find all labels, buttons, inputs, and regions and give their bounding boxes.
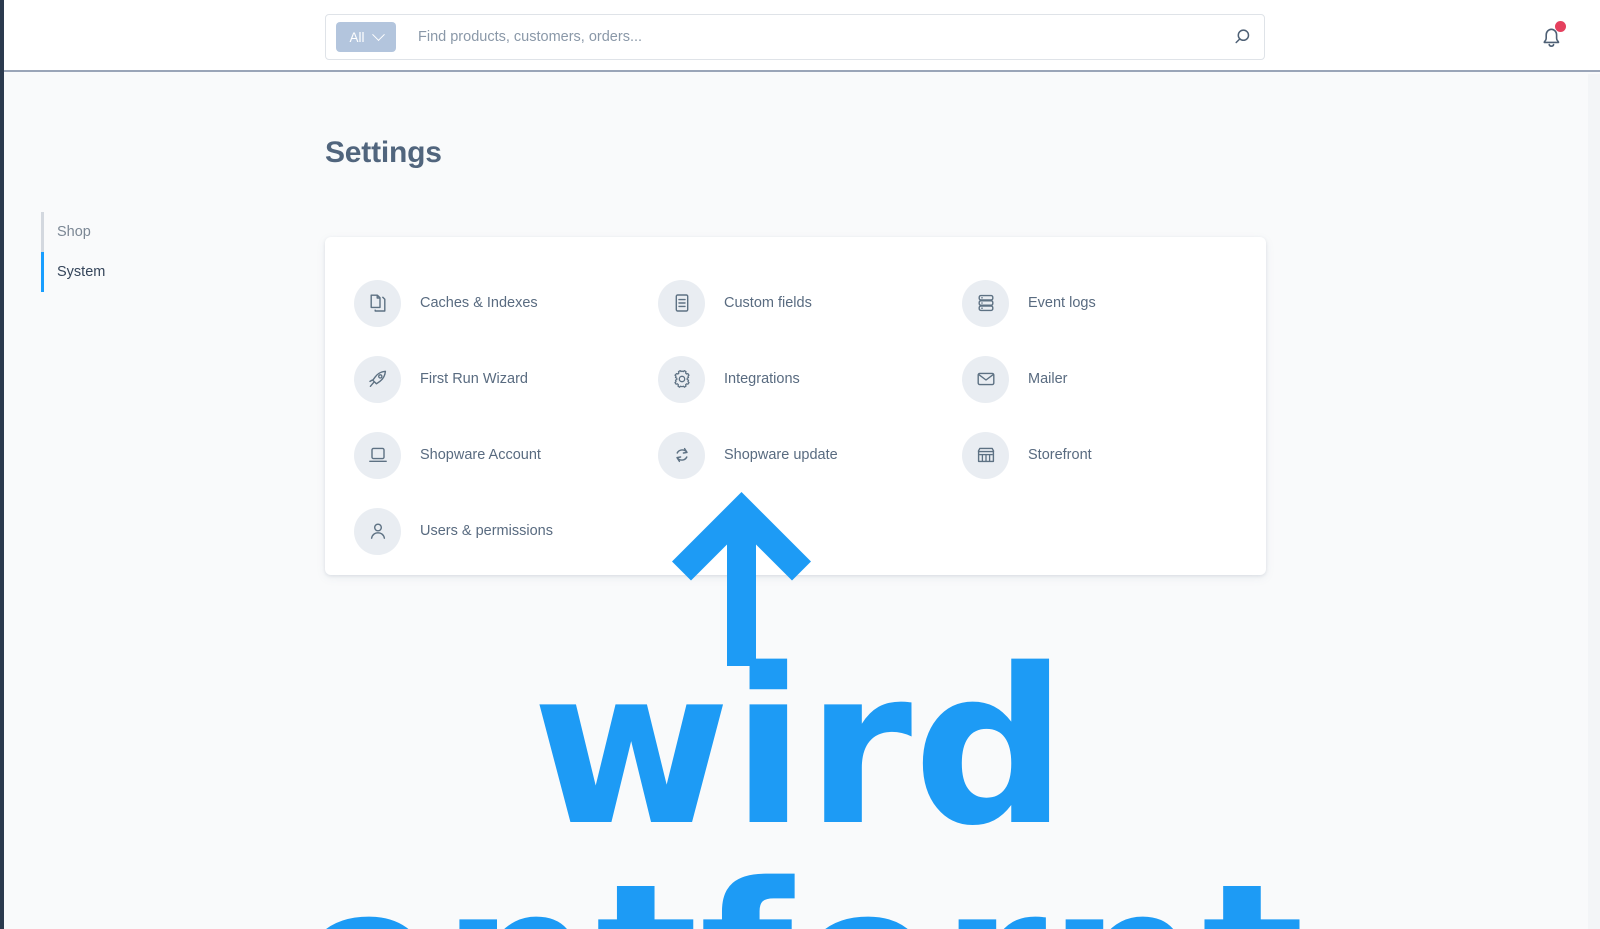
app-header: All	[0, 0, 1600, 72]
settings-tile-event-logs[interactable]: Event logs	[962, 265, 1266, 341]
settings-card: Caches & Indexes Custom fields Event log…	[325, 237, 1266, 575]
settings-tile-label: Event logs	[1028, 295, 1096, 311]
page-scrollbar-track[interactable]	[1588, 74, 1600, 929]
sidebar-item-label: Shop	[57, 224, 91, 240]
settings-tile-custom-fields[interactable]: Custom fields	[658, 265, 962, 341]
page-title: Settings	[325, 136, 442, 169]
refresh-sync-icon	[658, 431, 705, 479]
sidebar-item-label: System	[57, 264, 106, 280]
settings-tile-shopware-update[interactable]: Shopware update	[658, 417, 962, 493]
search-scope-label: All	[349, 29, 365, 45]
sidebar-item-system[interactable]: System	[41, 252, 271, 292]
settings-tile-mailer[interactable]: Mailer	[962, 341, 1266, 417]
database-icon	[962, 279, 1009, 327]
storefront-icon	[962, 431, 1009, 479]
settings-tile-label: Shopware Account	[420, 447, 541, 463]
settings-tile-label: Integrations	[724, 371, 800, 387]
sidebar-item-shop[interactable]: Shop	[41, 212, 271, 252]
settings-tile-label: Custom fields	[724, 295, 812, 311]
search-scope-dropdown[interactable]: All	[336, 22, 396, 52]
search-icon[interactable]	[1232, 27, 1252, 47]
global-search-bar[interactable]: All	[325, 14, 1265, 60]
settings-tile-storefront[interactable]: Storefront	[962, 417, 1266, 493]
copy-documents-icon	[354, 279, 401, 327]
settings-tile-grid: Caches & Indexes Custom fields Event log…	[325, 265, 1266, 569]
notification-badge-dot	[1555, 21, 1566, 32]
settings-tile-first-run-wizard[interactable]: First Run Wizard	[354, 341, 658, 417]
settings-sidebar: Shop System	[41, 212, 271, 292]
settings-tile-label: Storefront	[1028, 447, 1092, 463]
settings-tile-label: Mailer	[1028, 371, 1068, 387]
settings-tile-caches-indexes[interactable]: Caches & Indexes	[354, 265, 658, 341]
document-lines-icon	[658, 279, 705, 327]
settings-tile-label: First Run Wizard	[420, 371, 528, 387]
laptop-icon	[354, 431, 401, 479]
settings-tile-label: Shopware update	[724, 447, 838, 463]
settings-tile-label: Users & permissions	[420, 523, 553, 539]
search-input[interactable]	[418, 29, 1232, 45]
settings-tile-label: Caches & Indexes	[420, 295, 538, 311]
gear-icon	[658, 355, 705, 403]
envelope-icon	[962, 355, 1009, 403]
user-icon	[354, 507, 401, 555]
notifications-button[interactable]	[1534, 20, 1568, 54]
settings-tile-users-permissions[interactable]: Users & permissions	[354, 493, 658, 569]
settings-tile-integrations[interactable]: Integrations	[658, 341, 962, 417]
chevron-down-icon	[371, 27, 385, 41]
rocket-icon	[354, 355, 401, 403]
main-nav-edge	[0, 0, 4, 929]
page-content: Settings Shop System Caches & Indexes Cu…	[4, 74, 1588, 929]
settings-tile-shopware-account[interactable]: Shopware Account	[354, 417, 658, 493]
